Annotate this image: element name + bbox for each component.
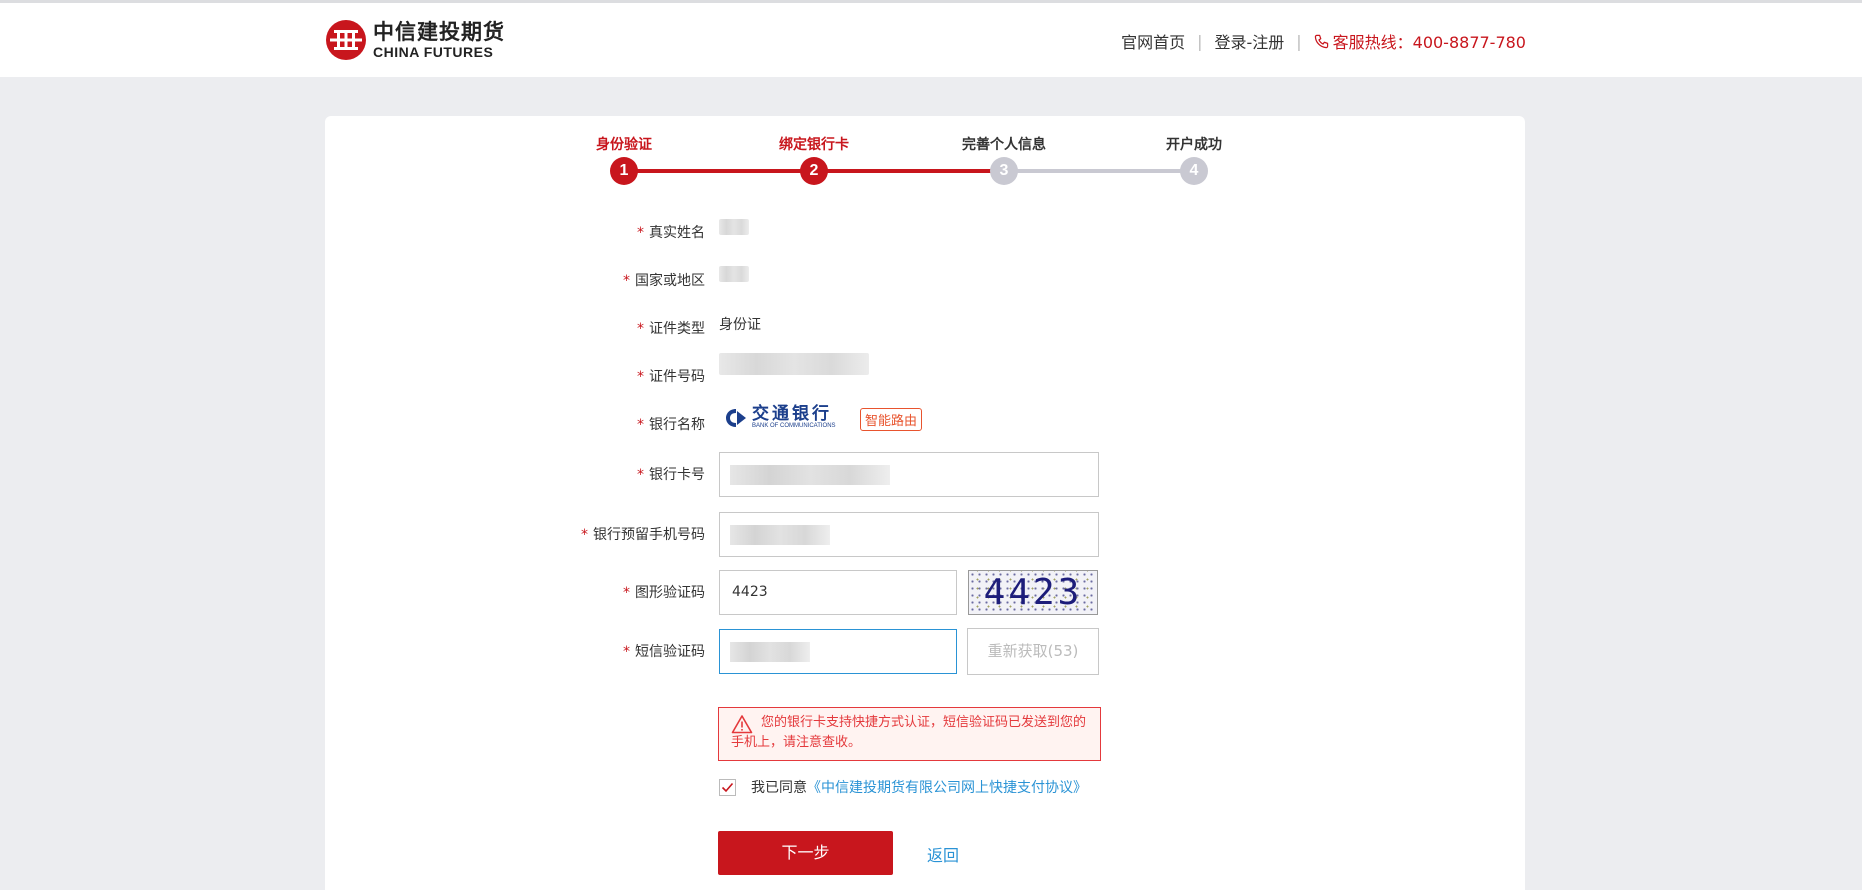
agreement-link[interactable]: 《中信建投期货有限公司网上快捷支付协议》 (807, 777, 1087, 797)
step-label-success: 开户成功 (1166, 137, 1222, 153)
step-circle-4: 4 (1180, 157, 1208, 185)
logo-cn-text: 中信建投期货 (373, 20, 505, 44)
step-circle-3: 3 (990, 157, 1018, 185)
bocom-logo-icon (726, 408, 746, 427)
resend-sms-button[interactable]: 重新获取(53) (967, 628, 1099, 675)
bank-name-cn: 交通银行 (752, 404, 832, 424)
country-label: * 国家或地区 (623, 273, 705, 289)
smart-routing-badge: 智能路由 (860, 408, 923, 431)
step-label-personal-info: 完善个人信息 (962, 137, 1046, 153)
agreement-row: 我已同意 《中信建投期货有限公司网上快捷支付协议》 (719, 777, 1087, 797)
progress-steps: 身份验证 绑定银行卡 完善个人信息 开户成功 1 2 3 4 (325, 116, 1525, 196)
check-icon (721, 782, 734, 792)
id-number-label: * 证件号码 (637, 369, 705, 385)
captcha-label: * 图形验证码 (623, 585, 705, 601)
bank-logo: 交通银行 BANK OF COMMUNICATIONS (724, 405, 836, 430)
bank-name-label: * 银行名称 (637, 417, 705, 433)
back-link[interactable]: 返回 (927, 842, 959, 866)
warning-icon (731, 715, 753, 734)
step-label-identity: 身份验证 (596, 137, 652, 153)
sms-code-input[interactable] (719, 629, 957, 674)
step-circle-1: 1 (610, 157, 638, 185)
step-circle-2: 2 (800, 157, 828, 185)
hotline: 客服热线：400-8877-780 (1314, 29, 1526, 53)
nav-home-link[interactable]: 官网首页 (1121, 29, 1185, 53)
phone-icon (1314, 34, 1328, 48)
real-name-label: * 真实姓名 (637, 225, 705, 241)
nav-login-link[interactable]: 登录-注册 (1214, 29, 1284, 53)
next-step-button[interactable]: 下一步 (718, 831, 893, 875)
step-label-bank-card: 绑定银行卡 (779, 137, 849, 153)
captcha-image[interactable]: 4423 (968, 570, 1098, 615)
logo-en-text: CHINA FUTURES (373, 44, 494, 60)
nav-separator: | (1296, 31, 1302, 51)
sms-sent-alert: 您的银行卡支持快捷方式认证，短信验证码已发送到您的手机上，请注意查收。 (718, 707, 1101, 761)
id-type-value: 身份证 (719, 317, 761, 333)
captcha-input[interactable]: 4423 (719, 570, 957, 615)
sms-code-value-redacted (730, 642, 810, 662)
alert-text: 您的银行卡支持快捷方式认证，短信验证码已发送到您的手机上，请注意查收。 (731, 715, 1087, 750)
phone-input[interactable] (719, 512, 1099, 557)
agreement-prefix: 我已同意 (751, 780, 807, 796)
agreement-checkbox[interactable] (719, 778, 736, 796)
phone-label: * 银行预留手机号码 (581, 527, 705, 543)
site-header: 中信建投期货 CHINA FUTURES 官网首页 | 登录-注册 | 客服热线… (0, 3, 1862, 77)
bank-name-en: BANK OF COMMUNICATIONS (752, 423, 836, 429)
id-type-label: * 证件类型 (637, 321, 705, 337)
logo[interactable]: 中信建投期货 CHINA FUTURES (325, 17, 505, 63)
phone-value-redacted (730, 525, 830, 545)
card-number-label: * 银行卡号 (637, 467, 705, 483)
citic-logo-icon (326, 20, 366, 60)
sms-label: * 短信验证码 (623, 644, 705, 660)
hotline-text: 客服热线：400-8877-780 (1332, 33, 1526, 52)
top-nav: 官网首页 | 登录-注册 | 客服热线：400-8877-780 (1121, 29, 1526, 53)
card-number-input[interactable] (719, 452, 1099, 497)
nav-separator: | (1197, 31, 1203, 51)
step-progress-line-pending (1004, 169, 1194, 173)
country-value-redacted (719, 266, 749, 282)
card-number-value-redacted (730, 465, 890, 485)
real-name-value-redacted (719, 219, 749, 235)
id-number-value-redacted (719, 353, 869, 375)
form-card: 身份验证 绑定银行卡 完善个人信息 开户成功 1 2 3 4 * 真实姓名 * 国家… (325, 116, 1525, 890)
